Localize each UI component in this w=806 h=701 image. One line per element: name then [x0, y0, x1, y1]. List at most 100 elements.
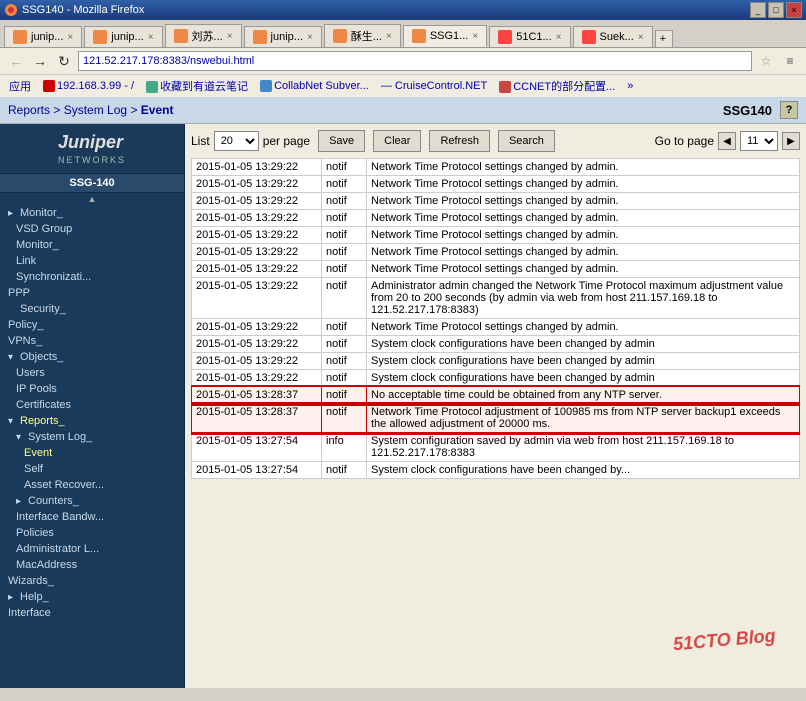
sidebar-item-vpns[interactable]: VPNs_ — [0, 333, 184, 349]
sidebar-item-reports[interactable]: ▾ Reports_ — [0, 413, 184, 429]
new-tab-button[interactable]: + — [655, 30, 673, 47]
search-button[interactable]: Search — [498, 130, 555, 152]
clear-button[interactable]: Clear — [373, 130, 421, 152]
prev-page-button[interactable]: ◀ — [718, 132, 736, 150]
bookmark-star-icon[interactable]: ☆ — [756, 51, 776, 71]
tab-close-6[interactable]: × — [472, 31, 478, 42]
bookmark-icon — [43, 80, 55, 92]
list-control: List 20 50 100 per page — [191, 131, 310, 151]
window-titlebar: SSG140 - Mozilla Firefox _ □ × — [0, 0, 806, 20]
breadcrumb-system-log[interactable]: System Log — [64, 103, 127, 117]
cell-message: Network Time Protocol settings changed b… — [367, 261, 800, 278]
cell-date: 2015-01-05 13:29:22 — [192, 370, 322, 387]
bookmark-5[interactable]: CCNET的部分配置... — [496, 77, 618, 95]
event-table: 2015-01-05 13:29:22 notif Network Time P… — [191, 158, 800, 479]
sidebar-item-self[interactable]: Self — [0, 461, 184, 477]
tab-close-7[interactable]: × — [556, 32, 562, 43]
tab-icon — [333, 29, 347, 43]
main-layout: Juniper NETWORKS SSG-140 ▲ ▸ Monitor_ VS… — [0, 124, 806, 688]
table-row: 2015-01-05 13:29:22 notif Administrator … — [192, 278, 800, 319]
bookmark-icon — [260, 80, 272, 92]
sidebar-item-macaddress[interactable]: MacAddress — [0, 557, 184, 573]
sidebar-item-vsd[interactable]: VSD Group — [0, 221, 184, 237]
tab-close-4[interactable]: × — [307, 32, 313, 43]
close-button[interactable]: × — [786, 2, 802, 18]
sidebar-item-policy[interactable]: Policy_ — [0, 317, 184, 333]
tab-close-1[interactable]: × — [67, 32, 73, 43]
tab-5[interactable]: 酥生... × — [324, 24, 401, 47]
controls-bar: List 20 50 100 per page Save Clear Refre… — [191, 130, 800, 152]
cell-message: System clock configurations have been ch… — [367, 353, 800, 370]
save-button[interactable]: Save — [318, 130, 365, 152]
tab-1[interactable]: junip... × — [4, 26, 82, 47]
menu-icon[interactable]: ≡ — [780, 51, 800, 71]
sidebar-item-policies[interactable]: Policies — [0, 525, 184, 541]
reload-button[interactable]: ↻ — [54, 51, 74, 71]
tab-8[interactable]: Suek... × — [573, 26, 653, 47]
sidebar-item-event[interactable]: Event — [0, 445, 184, 461]
tab-close-2[interactable]: × — [148, 32, 154, 43]
cell-level: notif — [322, 227, 367, 244]
tab-6[interactable]: SSG1... × — [403, 25, 487, 47]
expand-icon — [8, 304, 18, 314]
minimize-button[interactable]: _ — [750, 2, 766, 18]
tab-bar: junip... × junip... × 刘苏... × junip... ×… — [0, 20, 806, 47]
cell-message: Administrator admin changed the Network … — [367, 278, 800, 319]
list-select[interactable]: 20 50 100 — [214, 131, 259, 151]
bookmark-apps[interactable]: 应用 — [6, 77, 34, 95]
page-select[interactable]: 11 — [740, 131, 778, 151]
cell-level: notif — [322, 370, 367, 387]
tab-close-5[interactable]: × — [386, 31, 392, 42]
bookmark-1[interactable]: 192.168.3.99 - / — [40, 79, 137, 93]
forward-button[interactable]: → — [30, 51, 50, 71]
address-input[interactable] — [78, 51, 752, 71]
tab-icon — [582, 30, 596, 44]
sidebar-item-help[interactable]: ▸ Help_ — [0, 589, 184, 605]
bookmark-4[interactable]: — CruiseControl.NET — [378, 79, 490, 93]
cell-level: notif — [322, 261, 367, 278]
tab-icon — [498, 30, 512, 44]
tab-7[interactable]: 51C1... × — [489, 26, 570, 47]
sidebar-item-interface[interactable]: Interface — [0, 605, 184, 621]
sidebar-item-users[interactable]: Users — [0, 365, 184, 381]
sidebar-item-interface-bw[interactable]: Interface Bandw... — [0, 509, 184, 525]
tab-close-3[interactable]: × — [227, 31, 233, 42]
cell-date: 2015-01-05 13:29:22 — [192, 278, 322, 319]
table-row: 2015-01-05 13:29:22 notif Network Time P… — [192, 193, 800, 210]
sidebar-item-counters[interactable]: ▸ Counters_ — [0, 493, 184, 509]
sidebar-item-ppp[interactable]: PPP — [0, 285, 184, 301]
tab-3[interactable]: 刘苏... × — [165, 24, 242, 47]
refresh-button[interactable]: Refresh — [429, 130, 490, 152]
help-button[interactable]: ? — [780, 101, 798, 119]
next-page-button[interactable]: ▶ — [782, 132, 800, 150]
sidebar-item-admin-log[interactable]: Administrator L... — [0, 541, 184, 557]
sidebar-item-sync[interactable]: Synchronizati... — [0, 269, 184, 285]
tab-icon — [13, 30, 27, 44]
sidebar-item-monitor[interactable]: ▸ Monitor_ — [0, 205, 184, 221]
sidebar-item-certificates[interactable]: Certificates — [0, 397, 184, 413]
expand-icon: ▸ — [8, 208, 18, 218]
sidebar-item-security[interactable]: Security_ — [0, 301, 184, 317]
sidebar-item-asset[interactable]: Asset Recover... — [0, 477, 184, 493]
cell-level: notif — [322, 193, 367, 210]
sidebar-item-ip-pools[interactable]: IP Pools — [0, 381, 184, 397]
sidebar: Juniper NETWORKS SSG-140 ▲ ▸ Monitor_ VS… — [0, 124, 185, 688]
bookmark-3[interactable]: CollabNet Subver... — [257, 79, 372, 93]
sidebar-item-system-log[interactable]: ▾ System Log_ — [0, 429, 184, 445]
sidebar-scroll-up[interactable]: ▲ — [0, 193, 184, 205]
logo-box: Juniper NETWORKS — [58, 132, 126, 165]
sidebar-item-link[interactable]: Link — [0, 253, 184, 269]
bookmark-more[interactable]: » — [624, 79, 636, 93]
back-button[interactable]: ← — [6, 51, 26, 71]
breadcrumb-reports[interactable]: Reports — [8, 103, 50, 117]
sidebar-item-objects[interactable]: ▾ Objects_ — [0, 349, 184, 365]
device-name: SSG140 — [723, 103, 772, 118]
tab-2[interactable]: junip... × — [84, 26, 162, 47]
maximize-button[interactable]: □ — [768, 2, 784, 18]
sidebar-item-monitor2[interactable]: Monitor_ — [0, 237, 184, 253]
sidebar-item-wizards[interactable]: Wizards_ — [0, 573, 184, 589]
bookmark-2[interactable]: 收藏到有道云笔记 — [143, 77, 251, 95]
table-row: 2015-01-05 13:29:22 notif Network Time P… — [192, 159, 800, 176]
tab-4[interactable]: junip... × — [244, 26, 322, 47]
tab-close-8[interactable]: × — [638, 32, 644, 43]
